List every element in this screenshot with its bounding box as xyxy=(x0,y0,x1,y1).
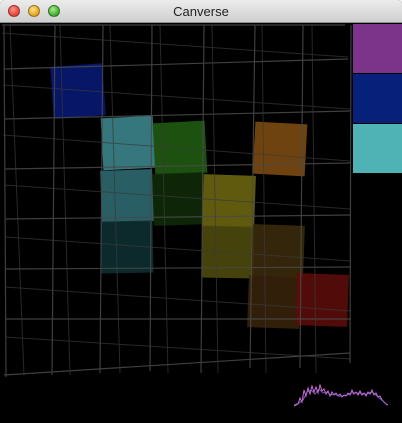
perspective-grid xyxy=(1,24,352,378)
audio-waveform xyxy=(294,383,389,407)
window-title: Canverse xyxy=(173,4,229,19)
drawing-canvas[interactable] xyxy=(0,23,402,423)
title-bar[interactable]: Canverse xyxy=(0,0,402,23)
palette-swatch-cyan[interactable] xyxy=(353,124,402,173)
palette-swatch-navy[interactable] xyxy=(353,74,402,123)
app-window: Canverse xyxy=(0,0,402,423)
palette-swatch-purple[interactable] xyxy=(353,24,402,73)
